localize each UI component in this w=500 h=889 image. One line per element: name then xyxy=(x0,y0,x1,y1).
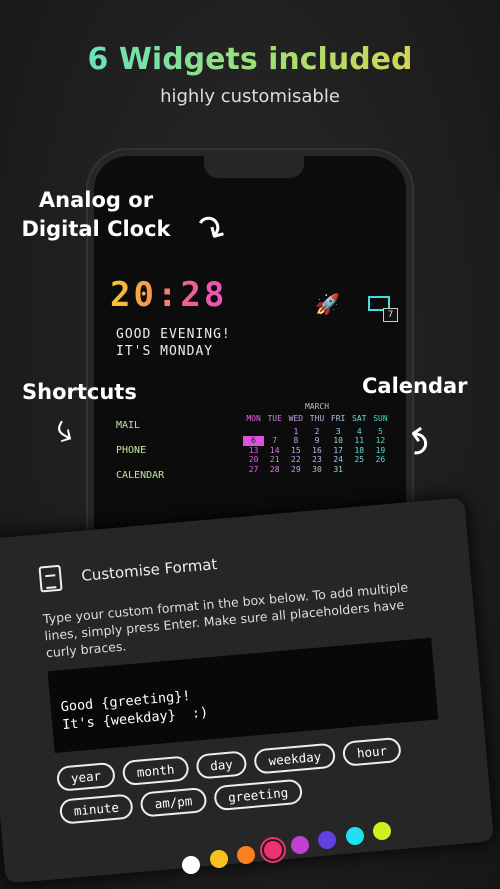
color-swatch[interactable] xyxy=(373,822,391,840)
color-swatch[interactable] xyxy=(237,846,255,864)
calendar-day[interactable]: 31 xyxy=(328,465,349,475)
calendar-day[interactable]: 6 xyxy=(243,436,265,446)
chip-greeting[interactable]: greeting xyxy=(213,778,304,812)
color-swatch[interactable] xyxy=(182,856,200,874)
color-swatch[interactable] xyxy=(210,850,228,868)
calendar-day[interactable]: 1 xyxy=(285,427,306,437)
calendar-day[interactable]: 3 xyxy=(328,427,349,437)
calendar-month: MARCH xyxy=(304,402,330,411)
calendar-day[interactable]: 17 xyxy=(328,446,349,456)
calendar-day[interactable]: 14 xyxy=(264,446,285,456)
calendar-week: 27 28 29 30 31 xyxy=(243,465,391,475)
weekday-header: THU xyxy=(309,414,325,423)
chip-month[interactable]: month xyxy=(121,755,190,787)
color-swatch[interactable] xyxy=(291,836,309,854)
shortcut-calendar[interactable]: CALENDAR xyxy=(116,470,164,495)
calendar-week: 6 7 8 9 10 11 12 xyxy=(243,436,391,446)
shortcuts-widget: MAIL PHONE CALENDAR xyxy=(116,420,164,495)
calendar-label: Calendar xyxy=(362,374,468,398)
chip-minute[interactable]: minute xyxy=(58,793,134,825)
calendar-day[interactable]: 20 xyxy=(243,455,264,465)
mail-count-badge: 7 xyxy=(383,308,398,322)
color-swatch[interactable] xyxy=(318,831,336,849)
chip-weekday[interactable]: weekday xyxy=(253,742,337,775)
calendar-day[interactable]: 15 xyxy=(285,446,306,456)
calendar-day[interactable]: 11 xyxy=(349,436,370,446)
calendar-day[interactable] xyxy=(243,427,264,437)
clipboard-icon xyxy=(38,564,63,593)
chip-day[interactable]: day xyxy=(195,750,248,780)
headline: 6 Widgets included xyxy=(0,42,500,77)
calendar-day[interactable]: 4 xyxy=(349,427,370,437)
calendar-day[interactable]: 19 xyxy=(370,446,391,456)
color-swatch[interactable] xyxy=(346,827,364,845)
calendar-day[interactable]: 10 xyxy=(328,436,349,446)
chip-ampm[interactable]: am/pm xyxy=(139,786,208,818)
calendar-widget[interactable]: MARCH MON TUE WED THU FRI SAT SUN 1 2 3 4 5 6 7 8 9 10 11… xyxy=(243,402,391,474)
calendar-weekdays: MON TUE WED THU FRI SAT SUN xyxy=(243,414,391,424)
calendar-week: 13 14 15 16 17 18 19 xyxy=(243,446,391,456)
calendar-week: 20 21 22 23 24 25 26 xyxy=(243,455,391,465)
subheadline: highly customisable xyxy=(160,86,340,107)
weekday-line: IT'S MONDAY xyxy=(116,344,214,359)
calendar-week: 12345 xyxy=(243,427,391,437)
calendar-day[interactable] xyxy=(370,465,391,475)
color-swatch[interactable] xyxy=(264,841,282,859)
weekday-header: TUE xyxy=(267,414,282,423)
weekday-header: SUN xyxy=(373,414,388,423)
calendar-day[interactable]: 8 xyxy=(285,436,306,446)
color-picker xyxy=(180,822,400,876)
clock-label: Analog or Digital Clock xyxy=(21,188,171,241)
dialog-title: Customise Format xyxy=(80,555,219,585)
calendar-day[interactable]: 9 xyxy=(306,436,327,446)
calendar-day[interactable]: 12 xyxy=(370,436,391,446)
shortcuts-label: Shortcuts xyxy=(22,380,137,404)
calendar-day[interactable]: 21 xyxy=(264,455,285,465)
calendar-day[interactable]: 28 xyxy=(264,465,285,475)
phone-notch xyxy=(204,156,304,178)
chip-hour[interactable]: hour xyxy=(341,736,402,767)
calendar-day[interactable] xyxy=(264,427,285,437)
calendar-day[interactable]: 2 xyxy=(306,427,327,437)
greeting-line: GOOD EVENING! xyxy=(116,327,231,342)
weekday-header: FRI xyxy=(330,414,346,423)
calendar-day[interactable]: 27 xyxy=(243,465,264,475)
weekday-header: WED xyxy=(288,414,304,423)
calendar-day[interactable]: 7 xyxy=(264,436,285,446)
calendar-day[interactable] xyxy=(349,465,370,475)
weekday-header: MON xyxy=(246,414,261,423)
digital-clock[interactable]: 20:28 xyxy=(110,275,227,315)
rocket-icon[interactable]: 🚀 xyxy=(315,292,340,316)
calendar-day[interactable]: 24 xyxy=(328,455,349,465)
calendar-day[interactable]: 18 xyxy=(349,446,370,456)
calendar-day[interactable]: 5 xyxy=(370,427,391,437)
calendar-day[interactable]: 22 xyxy=(285,455,306,465)
chip-year[interactable]: year xyxy=(55,761,117,792)
calendar-day[interactable]: 25 xyxy=(349,455,370,465)
calendar-day[interactable]: 23 xyxy=(306,455,327,465)
shortcut-phone[interactable]: PHONE xyxy=(116,445,164,470)
greeting-text: GOOD EVENING! IT'S MONDAY xyxy=(116,326,231,360)
calendar-day[interactable]: 30 xyxy=(306,465,327,475)
weekday-header: SAT xyxy=(352,414,367,423)
shortcut-mail[interactable]: MAIL xyxy=(116,420,164,445)
calendar-day[interactable]: 16 xyxy=(306,446,327,456)
calendar-day[interactable]: 29 xyxy=(285,465,306,475)
calendar-day[interactable]: 26 xyxy=(370,455,391,465)
calendar-day[interactable]: 13 xyxy=(243,446,264,456)
